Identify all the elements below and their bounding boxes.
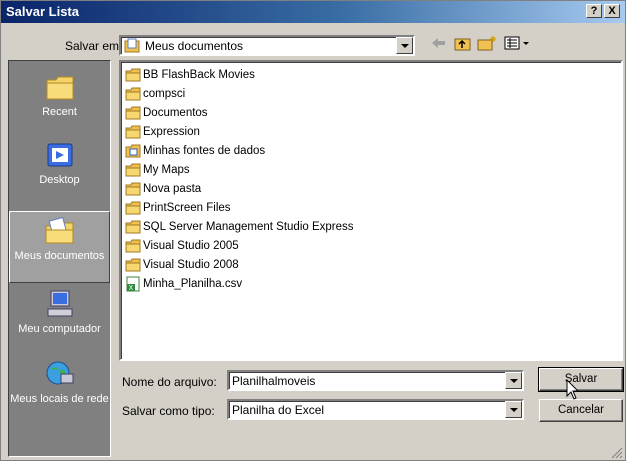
file-name: My Maps (143, 164, 190, 176)
network-places-icon (46, 361, 73, 385)
file-name: PrintScreen Files (143, 202, 231, 214)
filetype-value: Planilha do Excel (232, 403, 325, 417)
mouse-cursor-icon (566, 379, 580, 400)
folder-icon (125, 106, 141, 120)
place-label: Desktop (39, 174, 80, 186)
folder-icon (125, 201, 141, 215)
folder-icon (125, 220, 141, 234)
excel-file-icon: X (126, 276, 140, 292)
help-button[interactable]: ? (586, 4, 602, 18)
save-in-value: Meus documentos (145, 39, 244, 53)
list-item[interactable]: BB FlashBack Movies (125, 66, 255, 84)
place-recent[interactable]: Recent (9, 72, 110, 136)
list-item[interactable]: X Minha_Planilha.csv (125, 275, 242, 293)
place-label: Meus locais de rede (10, 393, 109, 405)
filetype-label: Salvar como tipo: (122, 404, 215, 418)
filename-combo[interactable]: Planilhalmoveis (227, 370, 524, 391)
list-item[interactable]: SQL Server Management Studio Express (125, 218, 354, 236)
place-network[interactable]: Meus locais de rede (9, 359, 110, 425)
up-folder-icon[interactable] (454, 35, 472, 51)
folder-icon (125, 125, 141, 139)
my-computer-icon (47, 290, 72, 317)
folder-icon (125, 163, 141, 177)
folder-icon (125, 258, 141, 272)
list-item[interactable]: My Maps (125, 161, 190, 179)
place-label: Recent (42, 106, 77, 118)
new-folder-icon[interactable] (477, 35, 497, 51)
save-in-dropdown-arrow[interactable] (396, 37, 413, 54)
title-bar[interactable]: Salvar Lista ? X (1, 1, 625, 23)
svg-text:X: X (129, 284, 134, 292)
file-name: SQL Server Management Studio Express (143, 221, 354, 233)
save-button[interactable]: Salvar (538, 367, 624, 392)
save-in-label: Salvar em: (65, 39, 123, 53)
file-name: Minhas fontes de dados (143, 145, 266, 157)
places-bar: Recent Desktop Meus documentos Meu compu… (8, 60, 111, 457)
window-title: Salvar Lista (6, 4, 79, 19)
filename-label: Nome do arquivo: (122, 375, 217, 389)
filetype-select[interactable]: Planilha do Excel (227, 399, 524, 420)
my-documents-icon (45, 216, 73, 244)
list-item[interactable]: PrintScreen Files (125, 199, 231, 217)
desktop-icon (47, 143, 72, 167)
place-my-computer[interactable]: Meu computador (9, 289, 110, 355)
file-name: compsci (143, 88, 186, 100)
views-menu-icon[interactable] (504, 35, 532, 51)
filename-input[interactable]: Planilhalmoveis (232, 374, 315, 388)
file-name: Visual Studio 2005 (143, 240, 239, 252)
place-my-documents[interactable]: Meus documentos (9, 211, 110, 283)
list-item[interactable]: compsci (125, 85, 185, 103)
list-item[interactable]: Documentos (125, 104, 208, 122)
place-label: Meu computador (18, 323, 101, 335)
file-name: Minha_Planilha.csv (143, 278, 243, 290)
resize-grip-icon[interactable] (610, 446, 623, 459)
list-item[interactable]: Expression (125, 123, 200, 141)
folder-icon (125, 182, 141, 196)
filetype-dropdown-arrow[interactable] (505, 401, 522, 418)
place-desktop[interactable]: Desktop (9, 140, 110, 204)
list-item[interactable]: Minhas fontes de dados (125, 142, 265, 160)
datasource-folder-icon (125, 144, 141, 158)
recent-folder-icon (46, 76, 73, 100)
save-dialog: Salvar Lista ? X Salvar em: Meus documen… (0, 0, 626, 461)
file-list[interactable]: BB FlashBack Movies compsci Documentos Expr… (119, 60, 623, 361)
list-item[interactable]: Nova pasta (125, 180, 201, 198)
save-in-dropdown[interactable]: Meus documentos (119, 35, 415, 56)
close-button[interactable]: X (604, 4, 620, 18)
folder-icon (125, 87, 141, 101)
list-item[interactable]: Visual Studio 2005 (125, 237, 239, 255)
folder-icon (125, 239, 141, 253)
file-name: Visual Studio 2008 (143, 259, 239, 271)
file-name: Nova pasta (143, 183, 202, 195)
cancel-button[interactable]: Cancelar (539, 399, 623, 422)
folder-icon (125, 68, 141, 82)
list-item[interactable]: Visual Studio 2008 (125, 256, 239, 274)
back-arrow-icon[interactable] (429, 35, 447, 51)
filename-dropdown-arrow[interactable] (505, 372, 522, 389)
my-documents-icon (124, 38, 140, 53)
place-label: Meus documentos (14, 250, 105, 262)
file-name: Documentos (143, 107, 208, 119)
file-name: Expression (143, 126, 200, 138)
file-name: BB FlashBack Movies (143, 69, 255, 81)
